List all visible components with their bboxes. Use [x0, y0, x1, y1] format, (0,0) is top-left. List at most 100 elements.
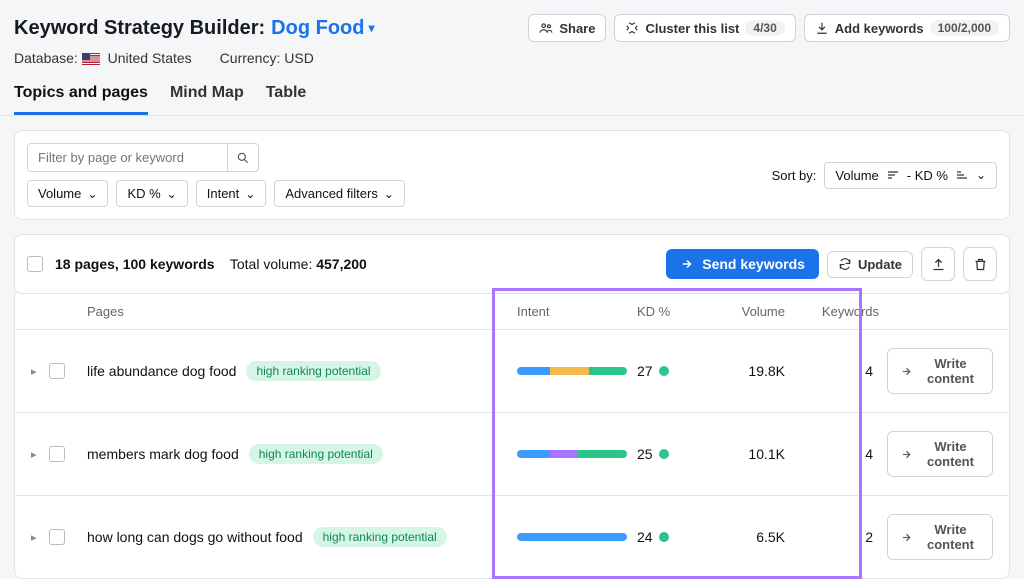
intent-bar — [517, 533, 627, 541]
add-keywords-button[interactable]: Add keywords 100/2,000 — [804, 14, 1010, 42]
row-checkbox[interactable] — [49, 529, 65, 545]
tab-topics-pages[interactable]: Topics and pages — [14, 84, 148, 115]
kd-filter-label: KD % — [127, 186, 160, 201]
keyword-count: 2 — [803, 529, 883, 545]
kd-value: 24 — [637, 529, 653, 545]
table-row: ▸ life abundance dog food high ranking pot… — [14, 330, 1010, 413]
intent-filter-label: Intent — [207, 186, 240, 201]
title-prefix: Keyword Strategy Builder: — [14, 17, 265, 40]
cluster-icon — [625, 21, 639, 35]
volume-filter[interactable]: Volume ⌄ — [27, 180, 108, 207]
send-keywords-button[interactable]: Send keywords — [666, 249, 819, 279]
share-button[interactable]: Share — [528, 14, 606, 42]
filter-panel: Volume ⌄ KD % ⌄ Intent ⌄ Advanced filter… — [14, 130, 1010, 220]
write-content-button[interactable]: Write content — [887, 431, 993, 477]
chevron-down-icon: ⌄ — [87, 187, 97, 201]
page-name[interactable]: members mark dog food — [87, 446, 239, 462]
ranking-tag: high ranking potential — [313, 527, 447, 547]
col-volume: Volume — [713, 304, 803, 319]
cluster-button[interactable]: Cluster this list 4/30 — [614, 14, 795, 42]
update-label: Update — [858, 257, 902, 272]
cluster-badge: 4/30 — [745, 20, 784, 36]
kd-value: 25 — [637, 446, 653, 462]
write-content-button[interactable]: Write content — [887, 514, 993, 560]
table-row: ▸ how long can dogs go without food high r… — [14, 496, 1010, 579]
summary-text: 18 pages, 100 keywords Total volume: 457… — [55, 256, 367, 272]
currency-value: USD — [284, 50, 314, 66]
download-icon — [815, 21, 829, 35]
search-input[interactable] — [27, 143, 227, 172]
intent-bar — [517, 367, 627, 375]
write-content-button[interactable]: Write content — [887, 348, 993, 394]
title-project-name: Dog Food — [271, 17, 364, 40]
row-checkbox[interactable] — [49, 446, 65, 462]
share-label: Share — [559, 21, 595, 36]
sort-dropdown[interactable]: Volume - KD % ⌄ — [824, 162, 997, 189]
database-meta: Database: United States — [14, 50, 192, 66]
col-kd: KD % — [633, 304, 713, 319]
col-keywords: Keywords — [803, 304, 883, 319]
cluster-label: Cluster this list — [645, 21, 739, 36]
ranking-tag: high ranking potential — [246, 361, 380, 381]
send-keywords-label: Send keywords — [702, 256, 805, 272]
sort-primary: Volume — [835, 168, 878, 183]
expand-caret-icon[interactable]: ▸ — [31, 448, 37, 461]
keyword-count: 4 — [803, 446, 883, 462]
delete-button[interactable] — [963, 247, 997, 281]
expand-caret-icon[interactable]: ▸ — [31, 531, 37, 544]
table-header: Pages Intent KD % Volume Keywords — [14, 294, 1010, 330]
write-content-label: Write content — [921, 439, 980, 469]
chevron-down-icon: ⌄ — [384, 187, 394, 201]
arrow-right-icon — [900, 365, 913, 378]
total-volume-value: 457,200 — [316, 256, 367, 272]
kd-dot-icon — [659, 449, 669, 459]
upload-icon — [931, 257, 946, 272]
arrow-right-icon — [680, 257, 694, 271]
advanced-filter[interactable]: Advanced filters ⌄ — [274, 180, 405, 207]
volume-value: 6.5K — [713, 529, 803, 545]
col-intent: Intent — [513, 304, 633, 319]
total-volume-label: Total volume: — [230, 256, 312, 272]
kd-filter[interactable]: KD % ⌄ — [116, 180, 187, 207]
row-checkbox[interactable] — [49, 363, 65, 379]
currency-meta: Currency: USD — [220, 50, 314, 66]
sort-secondary: - KD % — [907, 168, 948, 183]
chevron-down-icon: ⌄ — [167, 187, 177, 201]
intent-bar — [517, 450, 627, 458]
title-project-link[interactable]: Dog Food ▾ — [271, 17, 374, 40]
database-label: Database: — [14, 50, 78, 66]
currency-label: Currency: — [220, 50, 281, 66]
table-row: ▸ members mark dog food high ranking poten… — [14, 413, 1010, 496]
chevron-down-icon: ▾ — [368, 21, 374, 35]
col-pages: Pages — [83, 304, 513, 319]
sort-label: Sort by: — [772, 168, 817, 183]
kd-value: 27 — [637, 363, 653, 379]
expand-caret-icon[interactable]: ▸ — [31, 365, 37, 378]
kd-dot-icon — [659, 532, 669, 542]
refresh-icon — [838, 257, 852, 271]
update-button[interactable]: Update — [827, 251, 913, 278]
add-kw-label: Add keywords — [835, 21, 924, 36]
arrow-right-icon — [900, 531, 913, 544]
volume-value: 19.8K — [713, 363, 803, 379]
volume-filter-label: Volume — [38, 186, 81, 201]
page-name[interactable]: how long can dogs go without food — [87, 529, 303, 545]
intent-filter[interactable]: Intent ⌄ — [196, 180, 267, 207]
tab-table[interactable]: Table — [266, 84, 307, 115]
search-icon — [236, 151, 250, 165]
search-button[interactable] — [227, 143, 259, 172]
people-icon — [539, 21, 553, 35]
tabs: Topics and pages Mind Map Table — [0, 66, 1024, 116]
chevron-down-icon: ⌄ — [976, 168, 986, 182]
page-name[interactable]: life abundance dog food — [87, 363, 236, 379]
select-all-checkbox[interactable] — [27, 256, 43, 272]
keyword-count: 4 — [803, 363, 883, 379]
database-value: United States — [108, 50, 192, 66]
ranking-tag: high ranking potential — [249, 444, 383, 464]
tab-mind-map[interactable]: Mind Map — [170, 84, 244, 115]
chevron-down-icon: ⌄ — [245, 187, 255, 201]
export-button[interactable] — [921, 247, 955, 281]
sort-desc-icon — [887, 170, 899, 180]
write-content-label: Write content — [921, 356, 980, 386]
kd-dot-icon — [659, 366, 669, 376]
